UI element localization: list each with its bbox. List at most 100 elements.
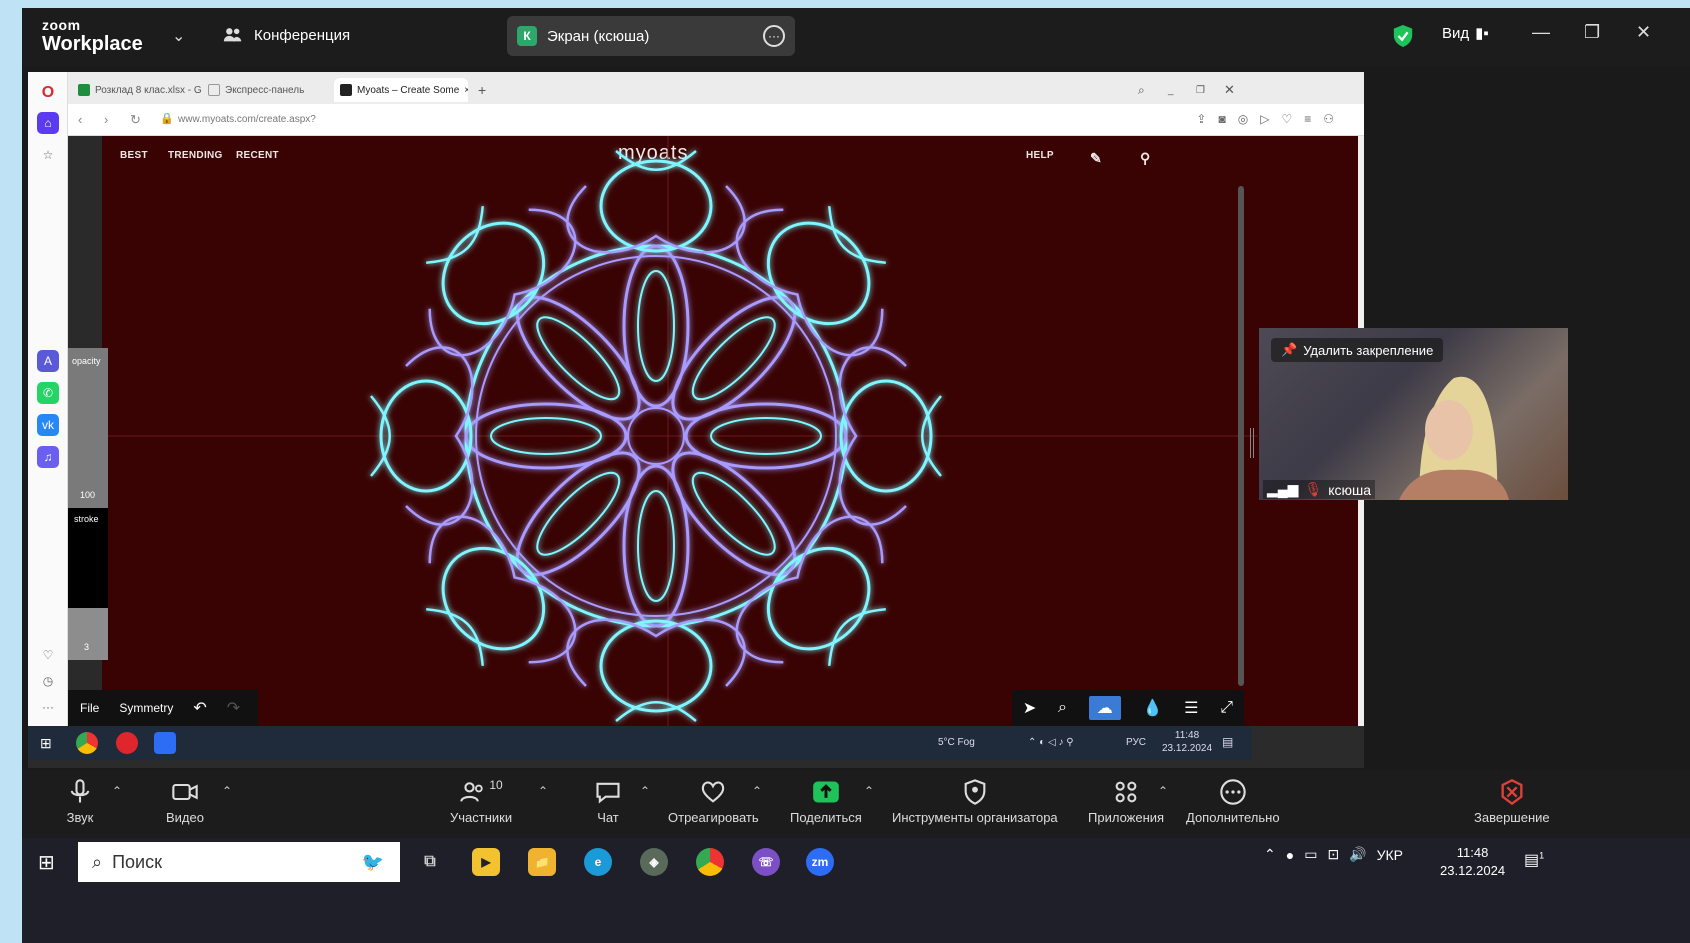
undo-icon[interactable]: ↶ xyxy=(193,698,206,718)
url-field[interactable]: www.myoats.com/create.aspx? xyxy=(178,114,316,125)
zoom-taskbar-icon[interactable]: zm xyxy=(806,848,834,876)
react-button[interactable]: Отреагировать xyxy=(668,778,759,825)
more-label: Дополнительно xyxy=(1186,810,1280,825)
video-options-icon[interactable]: ⌃ xyxy=(222,784,232,798)
apps-button[interactable]: Приложения xyxy=(1088,778,1164,825)
camera-icon xyxy=(172,783,198,801)
viber-icon[interactable]: ☏ xyxy=(752,848,780,876)
player-icon[interactable]: ♫ xyxy=(37,446,59,468)
canvas-scrollbar[interactable] xyxy=(1238,186,1244,686)
notification-center-icon[interactable]: ▤1 xyxy=(1524,850,1544,870)
audio-button[interactable]: Звук xyxy=(66,778,94,825)
audio-options-icon[interactable]: ⌃ xyxy=(112,784,122,798)
aria-icon[interactable]: A xyxy=(37,350,59,372)
minimize-icon[interactable]: — xyxy=(1532,22,1550,43)
more-button[interactable]: Дополнительно xyxy=(1186,778,1280,825)
new-tab-button[interactable]: + xyxy=(472,78,492,102)
restore-icon[interactable]: ❐ xyxy=(1584,22,1600,43)
end-icon xyxy=(1501,779,1523,806)
taskbar-clock[interactable]: 11:48 23.12.2024 xyxy=(1440,844,1505,880)
tab-myoats[interactable]: Myoats – Create Some × xyxy=(334,78,468,102)
zoom-logo-top: zoom xyxy=(42,17,81,33)
tab-close-icon[interactable]: × xyxy=(464,85,468,96)
security-shield-icon[interactable] xyxy=(1392,24,1414,48)
participant-video[interactable]: 📌 Удалить закрепление ▂▄▆ 🎙 ксюша xyxy=(1259,328,1568,500)
video-label: Видео xyxy=(166,810,204,825)
whatsapp-icon[interactable]: ✆ xyxy=(37,382,59,404)
volume-icon[interactable]: 🔊 xyxy=(1349,846,1366,863)
stroke-slider[interactable]: stroke xyxy=(68,508,108,608)
network-icon[interactable]: ⊡ xyxy=(1327,846,1339,863)
share-page-icon[interactable]: ⇪ xyxy=(1196,112,1206,126)
file-explorer-icon[interactable]: 📁 xyxy=(528,848,556,876)
camera-icon[interactable]: ◙ xyxy=(1218,112,1225,126)
view-button[interactable]: Вид ▮▪ xyxy=(1442,24,1489,43)
home-icon[interactable]: ⌂ xyxy=(37,112,59,134)
task-view-icon[interactable]: ⧉ xyxy=(416,848,444,876)
browser-close-icon[interactable]: ✕ xyxy=(1218,78,1241,102)
player-app-icon[interactable]: ▶ xyxy=(472,848,500,876)
app-icon[interactable]: ◈ xyxy=(640,848,668,876)
pointer-icon[interactable]: ➤ xyxy=(1023,698,1036,718)
bookmarks-icon[interactable]: ☆ xyxy=(37,144,59,166)
zoom-icon[interactable]: ⌕ xyxy=(1058,699,1067,717)
screen-share-indicator[interactable]: К Экран (ксюша) ··· xyxy=(507,16,795,56)
tab-schedule[interactable]: Розклад 8 клас.xlsx - Goo xyxy=(72,78,202,102)
file-menu[interactable]: File xyxy=(80,701,99,715)
chat-button[interactable]: Чат xyxy=(594,778,622,825)
tray-expand-icon[interactable]: ⌃ xyxy=(1264,846,1276,863)
battery-icon[interactable]: ▭ xyxy=(1304,846,1317,863)
panel-splitter[interactable] xyxy=(1250,428,1254,458)
profile-icon[interactable]: ⚇ xyxy=(1323,112,1334,126)
react-options-icon[interactable]: ⌃ xyxy=(752,784,762,798)
more-options-icon[interactable]: ··· xyxy=(763,25,785,47)
windows-start-button[interactable]: ⊞ xyxy=(38,850,55,875)
menu-icon[interactable]: ≡ xyxy=(1304,112,1311,126)
browser-restore-icon[interactable]: ❐ xyxy=(1190,78,1211,102)
close-icon[interactable]: ✕ xyxy=(1636,22,1651,43)
chrome-taskbar-icon[interactable] xyxy=(696,848,724,876)
vk-icon[interactable]: vk xyxy=(37,414,59,436)
tab-label: Экспресс-панель xyxy=(225,84,305,96)
meeting-info-button[interactable]: Конференция xyxy=(222,24,350,46)
tab-search-icon[interactable]: ⌕ xyxy=(1132,78,1151,102)
more-icon[interactable]: ··· xyxy=(37,696,59,718)
tray-app-icon[interactable]: ● xyxy=(1286,847,1294,863)
browser-minimize-icon[interactable]: _ xyxy=(1162,78,1180,102)
share-screen-button[interactable]: Поделиться xyxy=(790,778,862,825)
share-title: Экран (ксюша) xyxy=(547,27,650,45)
redo-icon[interactable]: ↷ xyxy=(227,698,240,718)
video-button[interactable]: Видео xyxy=(166,778,204,825)
forward-icon[interactable]: › xyxy=(104,112,108,127)
stroke-value-box[interactable]: 3 xyxy=(68,608,108,660)
back-icon[interactable]: ‹ xyxy=(78,112,82,127)
participants-button[interactable]: 10 Участники xyxy=(450,778,512,825)
apps-options-icon[interactable]: ⌃ xyxy=(1158,784,1168,798)
opera-logo-icon[interactable]: O xyxy=(37,82,59,104)
heart-icon[interactable]: ♡ xyxy=(37,644,59,666)
fullscreen-icon[interactable]: ⤢ xyxy=(1220,699,1233,717)
tab-speed-dial[interactable]: Экспресс-панель xyxy=(202,78,332,102)
symmetry-menu[interactable]: Symmetry xyxy=(119,701,173,715)
taskbar-lang[interactable]: УКР xyxy=(1377,847,1403,863)
color-drop-icon[interactable]: 💧 xyxy=(1143,698,1163,718)
edge-icon[interactable]: e xyxy=(584,848,612,876)
favorite-icon[interactable]: ♡ xyxy=(1281,112,1292,126)
host-tools-button[interactable]: Инструменты организатора xyxy=(892,778,1058,825)
history-icon[interactable]: ◷ xyxy=(37,670,59,692)
chevron-down-icon[interactable]: ⌄ xyxy=(172,26,185,46)
taskbar-search[interactable]: ⌕ Поиск 🐦 xyxy=(78,842,400,882)
brush-icon[interactable]: ☁ xyxy=(1088,696,1121,720)
more-dots-icon xyxy=(1220,779,1246,805)
participants-options-icon[interactable]: ⌃ xyxy=(538,784,548,798)
opacity-slider[interactable]: opacity 100 xyxy=(68,348,108,508)
unpin-button[interactable]: 📌 Удалить закрепление xyxy=(1271,338,1444,362)
myoats-canvas[interactable]: BEST TRENDING RECENT myoats HELP ✎ ⚲ opa… xyxy=(68,136,1358,726)
play-icon[interactable]: ▷ xyxy=(1260,112,1269,126)
chat-options-icon[interactable]: ⌃ xyxy=(640,784,650,798)
layers-icon[interactable]: ☰ xyxy=(1184,698,1198,718)
vpn-icon[interactable]: ◎ xyxy=(1238,112,1248,126)
end-meeting-button[interactable]: Завершение xyxy=(1474,778,1550,825)
share-options-icon[interactable]: ⌃ xyxy=(864,784,874,798)
reload-icon[interactable]: ↻ xyxy=(130,112,141,128)
